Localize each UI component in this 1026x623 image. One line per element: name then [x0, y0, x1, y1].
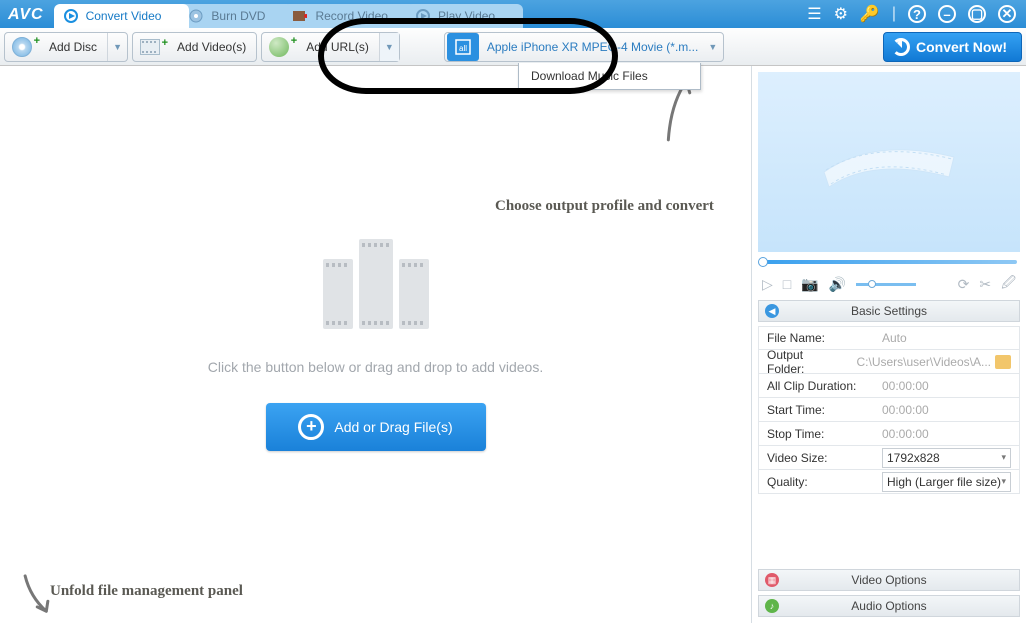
audio-options-icon: ♪: [765, 599, 779, 613]
play-icon[interactable]: ▷: [762, 276, 773, 293]
snapshot-icon[interactable]: 📷: [801, 276, 818, 293]
add-videos-button[interactable]: + Add Video(s): [132, 32, 257, 62]
filename-label: File Name:: [759, 331, 874, 345]
add-files-button[interactable]: + Add or Drag File(s): [266, 403, 486, 451]
download-music-item[interactable]: Download Music Files: [519, 63, 700, 89]
plus-circle-icon: +: [298, 414, 324, 440]
quality-label: Quality:: [759, 475, 874, 489]
collapse-icon: ◀: [765, 304, 779, 318]
basic-settings-table: File Name:Auto Output Folder:C:\Users\us…: [758, 326, 1020, 494]
profile-icon: all: [447, 33, 479, 61]
basic-settings-label: Basic Settings: [851, 304, 927, 318]
tab-convert-icon: [64, 9, 78, 23]
tab-burn-dvd[interactable]: Burn DVD: [179, 4, 293, 28]
edit-icon[interactable]: 🖉: [1001, 272, 1016, 296]
clipduration-label: All Clip Duration:: [759, 379, 874, 393]
key-icon[interactable]: 🔑: [860, 4, 880, 24]
tab-label: Play Video: [438, 9, 495, 23]
right-panel: ▷ □ 📷 🔊 ⟳ ✂ 🖉 ◀ Basic Settings File Name…: [751, 66, 1026, 623]
menu-icon[interactable]: ☰: [807, 4, 821, 24]
convert-label: Convert Now!: [916, 39, 1007, 55]
output-profile-button[interactable]: all Apple iPhone XR MPEG-4 Movie (*.m...…: [444, 32, 724, 62]
file-drop-zone[interactable]: Click the button below or drag and drop …: [0, 66, 751, 623]
audio-options-label: Audio Options: [851, 599, 926, 613]
folder-icon[interactable]: [995, 355, 1011, 369]
settings-icon[interactable]: ⚙: [834, 4, 848, 24]
add-urls-button[interactable]: + Add URL(s) ▼: [261, 32, 400, 62]
stop-icon[interactable]: □: [783, 276, 791, 292]
window-controls: ☰ ⚙ 🔑 | ? – ▢ ✕: [807, 4, 1026, 28]
video-options-label: Video Options: [851, 573, 926, 587]
clipduration-value: 00:00:00: [874, 379, 1019, 393]
tab-play-video[interactable]: Play Video: [406, 4, 523, 28]
profile-text: Apple iPhone XR MPEG-4 Movie (*.m...: [481, 40, 703, 54]
filmstrip-placeholder-icon: [323, 239, 429, 329]
videosize-select[interactable]: 1792x828▾: [882, 448, 1011, 468]
chevron-down-icon[interactable]: ▼: [107, 33, 127, 61]
filename-value[interactable]: Auto: [874, 331, 1019, 345]
refresh-icon: [892, 38, 910, 56]
tab-label: Burn DVD: [211, 9, 265, 23]
volume-slider[interactable]: [856, 283, 916, 286]
drop-hint-text: Click the button below or drag and drop …: [208, 359, 543, 375]
add-videos-label: Add Video(s): [167, 40, 256, 54]
add-disc-button[interactable]: + Add Disc ▼: [4, 32, 128, 62]
add-urls-dropdown: Download Music Files: [518, 63, 701, 90]
video-icon: [140, 39, 160, 55]
seek-bar[interactable]: [758, 256, 1020, 268]
rotate-icon[interactable]: ⟳: [958, 276, 970, 293]
stoptime-label: Stop Time:: [759, 427, 874, 441]
help-button[interactable]: ?: [908, 5, 926, 23]
disc-icon: [12, 37, 32, 57]
videosize-label: Video Size:: [759, 451, 874, 465]
video-options-header[interactable]: ▦ Video Options: [758, 569, 1020, 591]
outputfolder-value[interactable]: C:\Users\user\Videos\A...: [849, 355, 1020, 369]
starttime-label: Start Time:: [759, 403, 874, 417]
outputfolder-label: Output Folder:: [759, 348, 849, 376]
minimize-button[interactable]: –: [938, 5, 956, 23]
video-options-icon: ▦: [765, 573, 779, 587]
tab-label: Convert Video: [86, 9, 162, 23]
tab-label: Record Video: [315, 9, 388, 23]
preview-window: [758, 72, 1020, 252]
convert-now-button[interactable]: Convert Now!: [883, 32, 1022, 62]
tab-record-icon: [293, 9, 307, 23]
app-logo: AVC: [8, 6, 44, 24]
title-bar: AVC Convert Video Burn DVD Record Video …: [0, 0, 1026, 28]
add-files-label: Add or Drag File(s): [334, 419, 452, 435]
main-area: Click the button below or drag and drop …: [0, 66, 1026, 623]
tab-convert-video[interactable]: Convert Video: [54, 4, 190, 28]
starttime-value[interactable]: 00:00:00: [874, 403, 1019, 417]
tab-strip: Convert Video Burn DVD Record Video Play…: [54, 4, 808, 28]
tab-burn-icon: [189, 9, 203, 23]
add-urls-label: Add URL(s): [296, 40, 379, 54]
svg-text:all: all: [459, 44, 467, 53]
chevron-down-icon[interactable]: ▼: [379, 33, 399, 61]
stoptime-value[interactable]: 00:00:00: [874, 427, 1019, 441]
basic-settings-header[interactable]: ◀ Basic Settings: [758, 300, 1020, 322]
tab-record-video[interactable]: Record Video: [283, 4, 416, 28]
chevron-down-icon[interactable]: ▼: [703, 33, 723, 61]
filmstrip-deco-icon: [814, 132, 964, 192]
close-button[interactable]: ✕: [998, 5, 1016, 23]
cut-icon[interactable]: ✂: [979, 276, 991, 293]
globe-icon: [269, 37, 289, 57]
quality-select[interactable]: High (Larger file size)▾: [882, 472, 1011, 492]
maximize-button[interactable]: ▢: [968, 5, 986, 23]
volume-icon[interactable]: 🔊: [829, 276, 846, 293]
tab-play-icon: [416, 9, 430, 23]
player-controls: ▷ □ 📷 🔊 ⟳ ✂ 🖉: [758, 272, 1020, 296]
audio-options-header[interactable]: ♪ Audio Options: [758, 595, 1020, 617]
add-disc-label: Add Disc: [39, 40, 107, 54]
toolbar: + Add Disc ▼ + Add Video(s) + Add URL(s)…: [0, 28, 1026, 66]
